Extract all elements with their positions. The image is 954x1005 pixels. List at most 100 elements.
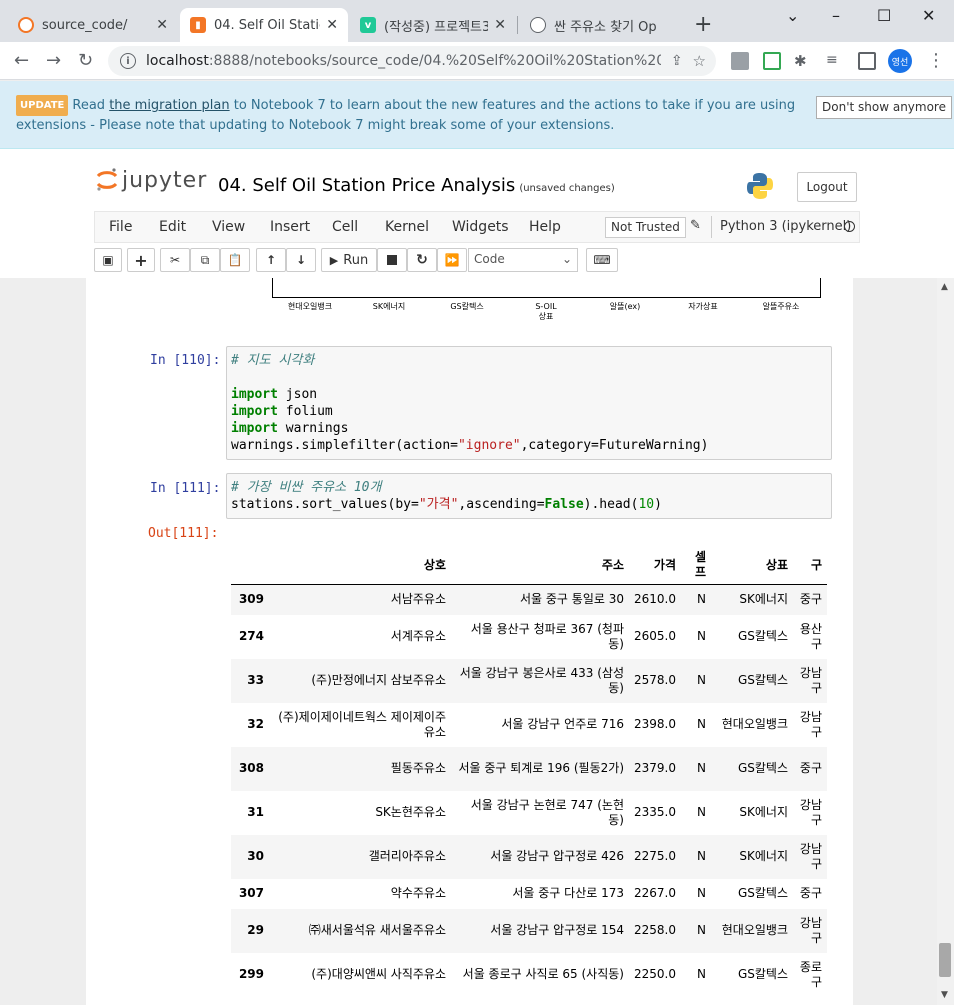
save-button[interactable]: ▣ [94, 248, 122, 272]
kernel-name[interactable]: Python 3 (ipykernel) [720, 219, 851, 234]
side-panel-icon[interactable] [858, 52, 876, 70]
table-cell: 서울 용산구 청파로 367 (청파동) [470, 621, 624, 651]
minimize-icon[interactable]: – [832, 6, 840, 25]
tab-close-icon[interactable]: ✕ [494, 17, 506, 33]
table-row: 299 (주)대양씨앤씨 사직주유소 서울 종로구 사직로 65 (사직동) 2250… [231, 953, 827, 997]
table-cell: 서울 중구 퇴계로 196 (필동2가) [458, 761, 624, 775]
scroll-up-arrow-icon[interactable]: ▲ [941, 282, 948, 292]
cell-type-select[interactable]: Code ⌄ [468, 248, 578, 272]
new-tab-button[interactable]: + [694, 12, 712, 37]
extension-2-icon[interactable] [763, 52, 781, 70]
url-text: localhost:8888/notebooks/source_code/04.… [146, 53, 661, 69]
interrupt-button[interactable] [377, 248, 407, 272]
jupyter-logo-icon [96, 168, 118, 191]
move-up-button[interactable]: ↑ [256, 248, 286, 272]
back-icon[interactable]: ← [14, 50, 29, 71]
tab-close-icon[interactable]: ✕ [326, 17, 338, 33]
tab-cheap-station[interactable]: 싼 주유소 찾기 Op [520, 8, 688, 42]
dont-show-anymore-button[interactable]: Don't show anymore [816, 96, 952, 119]
fast-forward-icon: ⏩ [444, 253, 460, 267]
table-cell: N [697, 849, 706, 863]
more-menu-icon[interactable]: ⋮ [927, 50, 945, 71]
menu-edit[interactable]: Edit [159, 219, 186, 235]
jupyter-favicon-icon [18, 17, 34, 33]
table-row: 29 ㈜새서울석유 새서울주유소 서울 강남구 압구정로 154 2258.0 N 현대오… [231, 908, 827, 953]
plot-tick-label: SK에너지 [372, 302, 406, 311]
menu-view[interactable]: View [212, 219, 245, 235]
table-cell: GS칼텍스 [737, 886, 788, 900]
table-row: 30 갤러리아주유소 서울 강남구 압구정로 426 2275.0 N SK에너지 강남구 [231, 834, 827, 879]
code-cell-111[interactable]: # 가장 비싼 주유소 10개 stations.sort_values(by=… [226, 473, 832, 519]
not-trusted-button[interactable]: Not Trusted [605, 217, 686, 238]
table-cell: 강남구 [799, 915, 822, 945]
menu-cell[interactable]: Cell [332, 219, 358, 235]
row-index: 274 [238, 629, 264, 643]
table-cell: SK에너지 [739, 592, 788, 607]
table-cell: 서울 강남구 압구정로 426 [490, 849, 624, 863]
table-cell: N [697, 923, 706, 937]
edit-pencil-icon[interactable]: ✎ [690, 218, 701, 233]
address-bar[interactable]: i localhost:8888/notebooks/source_code/0… [108, 46, 716, 76]
move-down-button[interactable]: ↓ [286, 248, 316, 272]
dataframe-output: 상호 주소 가격 셀프 상표 구 309 서남주유소 서울 중구 통일로 30 261… [231, 546, 827, 997]
logout-button[interactable]: Logout [797, 172, 857, 202]
stop-icon [387, 255, 397, 265]
extensions-puzzle-icon[interactable]: ✱ [794, 52, 812, 70]
maximize-icon[interactable]: ☐ [877, 6, 891, 25]
site-info-icon[interactable]: i [120, 53, 136, 69]
insert-cell-button[interactable]: + [127, 248, 155, 272]
row-index: 29 [247, 923, 264, 937]
tab-source-code[interactable]: source_code/ ✕ [8, 8, 178, 42]
jupyter-logo[interactable]: jupyter [96, 167, 207, 193]
column-header: 구 [793, 546, 827, 585]
code-cell-110[interactable]: # 지도 시각화 import json import folium impor… [226, 346, 832, 460]
page-scrollbar[interactable]: ▲ ▼ [937, 278, 954, 1005]
restart-run-all-button[interactable]: ⏩ [437, 248, 467, 272]
table-cell: N [697, 761, 706, 775]
tab-self-oil-station[interactable]: ▮ 04. Self Oil Station ✕ [180, 8, 348, 42]
menu-insert[interactable]: Insert [270, 219, 310, 235]
paste-icon: 📋 [227, 253, 243, 267]
velog-favicon-icon: v [360, 17, 376, 33]
menu-kernel[interactable]: Kernel [385, 219, 429, 235]
profile-avatar[interactable]: 영선 [888, 49, 912, 73]
close-window-icon[interactable]: ✕ [922, 6, 935, 25]
table-cell: 2275.0 [634, 849, 676, 863]
tab-project3[interactable]: v (작성중) 프로젝트3 ✕ [350, 8, 516, 42]
update-banner: UPDATE Read the migration plan to Noteboo… [0, 81, 954, 149]
command-palette-button[interactable]: ⌨ [586, 248, 618, 272]
bookmark-star-icon[interactable]: ☆ [693, 52, 706, 70]
menu-file[interactable]: File [109, 219, 132, 235]
plot-tick-label: GS칼텍스 [450, 302, 484, 311]
media-control-icon[interactable]: ≡ [826, 52, 844, 70]
paste-button[interactable]: 📋 [220, 248, 250, 272]
migration-plan-link[interactable]: the migration plan [109, 98, 229, 113]
reload-icon[interactable]: ↻ [78, 50, 93, 71]
table-cell: 서남주유소 [390, 592, 446, 607]
row-index: 309 [238, 592, 264, 607]
cut-button[interactable]: ✂ [160, 248, 190, 272]
row-index: 33 [247, 673, 264, 687]
table-row: 31 SK논현주유소 서울 강남구 논현로 747 (논현동) 2335.0 N SK에너… [231, 791, 827, 835]
table-cell: 용산구 [799, 621, 822, 651]
run-button[interactable]: ▶ Run [321, 248, 377, 272]
table-cell: N [697, 592, 706, 607]
notebook-container: 현대오일뱅크 SK에너지 GS칼텍스 S-OIL 상표 알뜰(ex) 자가상표 … [0, 278, 937, 1005]
copy-button[interactable]: ⧉ [190, 248, 220, 272]
table-cell: SK에너지 [739, 805, 788, 819]
restart-button[interactable]: ↻ [407, 248, 437, 272]
tab-close-icon[interactable]: ✕ [156, 17, 168, 33]
banner-message: UPDATE Read the migration plan to Noteboo… [16, 95, 806, 135]
forward-icon[interactable]: → [46, 50, 61, 71]
scroll-thumb[interactable] [939, 943, 951, 977]
extension-1-icon[interactable] [731, 52, 749, 70]
menu-help[interactable]: Help [529, 219, 561, 235]
table-cell: 서계주유소 [390, 629, 446, 643]
table-cell: 강남구 [799, 797, 822, 827]
share-icon[interactable]: ⇪ [671, 53, 683, 69]
scroll-down-arrow-icon[interactable]: ▼ [941, 990, 948, 1000]
menu-widgets[interactable]: Widgets [452, 219, 509, 235]
notebook-title[interactable]: 04. Self Oil Station Price Analysis (unsa… [218, 175, 615, 196]
tab-search-icon[interactable]: ⌄ [786, 6, 799, 25]
column-header [231, 546, 269, 585]
